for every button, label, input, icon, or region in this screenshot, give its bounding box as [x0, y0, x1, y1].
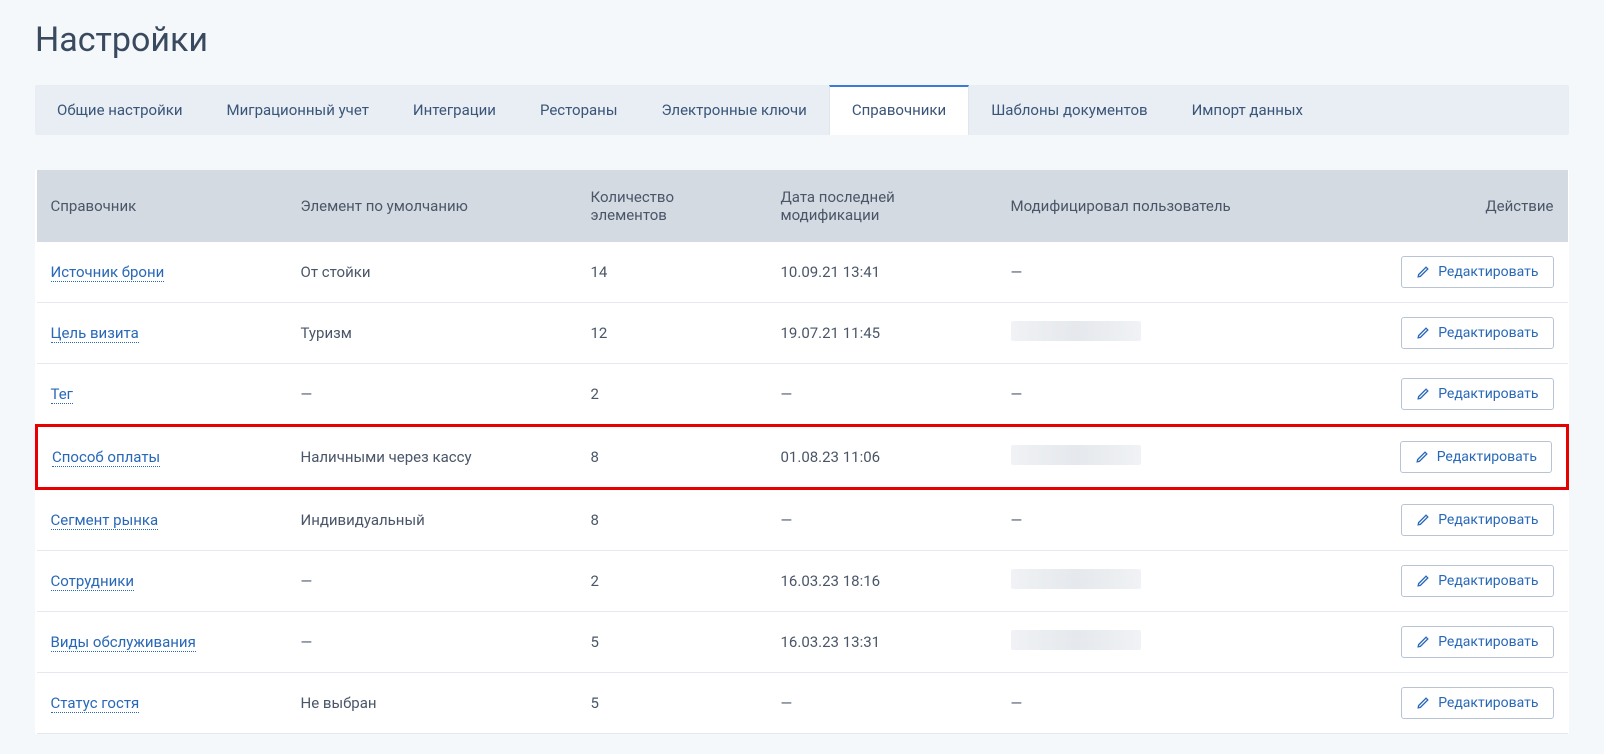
redacted-placeholder: [1011, 630, 1141, 650]
table-row: Способ оплаты Наличными через кассу801.08…: [37, 426, 1568, 489]
pencil-icon: [1416, 326, 1430, 340]
cell-last-modified: 16.03.23 18:16: [767, 551, 997, 612]
cell-count: 2: [577, 551, 767, 612]
table-row: Источник брони От стойки1410.09.21 13:41—…: [37, 242, 1568, 303]
directories-table: Справочник Элемент по умолчанию Количест…: [35, 170, 1569, 734]
table-row: Статус гостяНе выбран5——Редактировать: [37, 673, 1568, 734]
edit-button[interactable]: Редактировать: [1400, 441, 1552, 473]
header-modified-by: Модифицировал пользователь: [997, 170, 1327, 242]
edit-button-label: Редактировать: [1438, 386, 1538, 402]
directory-link[interactable]: Статус гостя: [51, 694, 140, 713]
cell-default: Наличными через кассу: [287, 426, 577, 489]
pencil-icon: [1415, 450, 1429, 464]
edit-button[interactable]: Редактировать: [1401, 317, 1553, 349]
tab-3[interactable]: Рестораны: [518, 85, 640, 135]
pencil-icon: [1416, 696, 1430, 710]
header-action: Действие: [1327, 170, 1568, 242]
table-row: Сотрудники —216.03.23 18:16 Редактировать: [37, 551, 1568, 612]
directory-link[interactable]: Сегмент рынка: [51, 511, 159, 530]
edit-button[interactable]: Редактировать: [1401, 626, 1553, 658]
pencil-icon: [1416, 513, 1430, 527]
table-row: Сегмент рынкаИндивидуальный8——Редактиров…: [37, 489, 1568, 551]
cell-modified-by: —: [997, 364, 1327, 426]
cell-last-modified: 01.08.23 11:06: [767, 426, 997, 489]
cell-count: 2: [577, 364, 767, 426]
table-row: Виды обслуживания —516.03.23 13:31 Редакти…: [37, 612, 1568, 673]
header-name: Справочник: [37, 170, 287, 242]
tab-4[interactable]: Электронные ключи: [639, 85, 828, 135]
cell-default: Не выбран: [287, 673, 577, 734]
tab-7[interactable]: Импорт данных: [1170, 85, 1325, 135]
header-count: Количество элементов: [577, 170, 767, 242]
pencil-icon: [1416, 574, 1430, 588]
table-row: Тег—2——Редактировать: [37, 364, 1568, 426]
cell-count: 14: [577, 242, 767, 303]
cell-last-modified: 16.03.23 13:31: [767, 612, 997, 673]
header-last-modified: Дата последней модификации: [767, 170, 997, 242]
cell-default: —: [287, 612, 577, 673]
edit-button-label: Редактировать: [1438, 264, 1538, 280]
cell-last-modified: —: [767, 673, 997, 734]
edit-button-label: Редактировать: [1438, 573, 1538, 589]
cell-count: 8: [577, 426, 767, 489]
directory-link[interactable]: Способ оплаты: [52, 448, 160, 467]
edit-button[interactable]: Редактировать: [1401, 504, 1553, 536]
cell-modified-by: [997, 612, 1327, 673]
edit-button-label: Редактировать: [1438, 695, 1538, 711]
directory-link[interactable]: Источник брони: [51, 263, 165, 282]
tab-5[interactable]: Справочники: [829, 85, 969, 135]
cell-default: От стойки: [287, 242, 577, 303]
page-title: Настройки: [35, 20, 1569, 60]
cell-modified-by: [997, 303, 1327, 364]
edit-button[interactable]: Редактировать: [1401, 565, 1553, 597]
cell-count: 12: [577, 303, 767, 364]
edit-button-label: Редактировать: [1438, 325, 1538, 341]
tab-1[interactable]: Миграционный учет: [205, 85, 391, 135]
pencil-icon: [1416, 387, 1430, 401]
directory-link[interactable]: Виды обслуживания: [51, 633, 196, 652]
cell-count: 5: [577, 612, 767, 673]
redacted-placeholder: [1011, 445, 1141, 465]
cell-last-modified: 19.07.21 11:45: [767, 303, 997, 364]
cell-default: —: [287, 551, 577, 612]
tab-6[interactable]: Шаблоны документов: [969, 85, 1169, 135]
cell-modified-by: [997, 426, 1327, 489]
tab-2[interactable]: Интеграции: [391, 85, 518, 135]
directory-link[interactable]: Тег: [51, 385, 73, 404]
edit-button[interactable]: Редактировать: [1401, 256, 1553, 288]
cell-modified-by: —: [997, 489, 1327, 551]
pencil-icon: [1416, 265, 1430, 279]
cell-count: 5: [577, 673, 767, 734]
table-row: Цель визита Туризм1219.07.21 11:45 Редакти…: [37, 303, 1568, 364]
redacted-placeholder: [1011, 321, 1141, 341]
edit-button-label: Редактировать: [1438, 512, 1538, 528]
edit-button[interactable]: Редактировать: [1401, 378, 1553, 410]
cell-modified-by: —: [997, 673, 1327, 734]
cell-modified-by: —: [997, 242, 1327, 303]
header-default: Элемент по умолчанию: [287, 170, 577, 242]
cell-last-modified: 10.09.21 13:41: [767, 242, 997, 303]
cell-default: —: [287, 364, 577, 426]
directory-link[interactable]: Сотрудники: [51, 572, 135, 591]
pencil-icon: [1416, 635, 1430, 649]
cell-count: 8: [577, 489, 767, 551]
redacted-placeholder: [1011, 569, 1141, 589]
tabs-bar: Общие настройкиМиграционный учетИнтеграц…: [35, 85, 1569, 135]
cell-default: Туризм: [287, 303, 577, 364]
cell-last-modified: —: [767, 364, 997, 426]
cell-default: Индивидуальный: [287, 489, 577, 551]
edit-button[interactable]: Редактировать: [1401, 687, 1553, 719]
tab-0[interactable]: Общие настройки: [35, 85, 205, 135]
edit-button-label: Редактировать: [1437, 449, 1537, 465]
cell-modified-by: [997, 551, 1327, 612]
directory-link[interactable]: Цель визита: [51, 324, 139, 343]
edit-button-label: Редактировать: [1438, 634, 1538, 650]
cell-last-modified: —: [767, 489, 997, 551]
